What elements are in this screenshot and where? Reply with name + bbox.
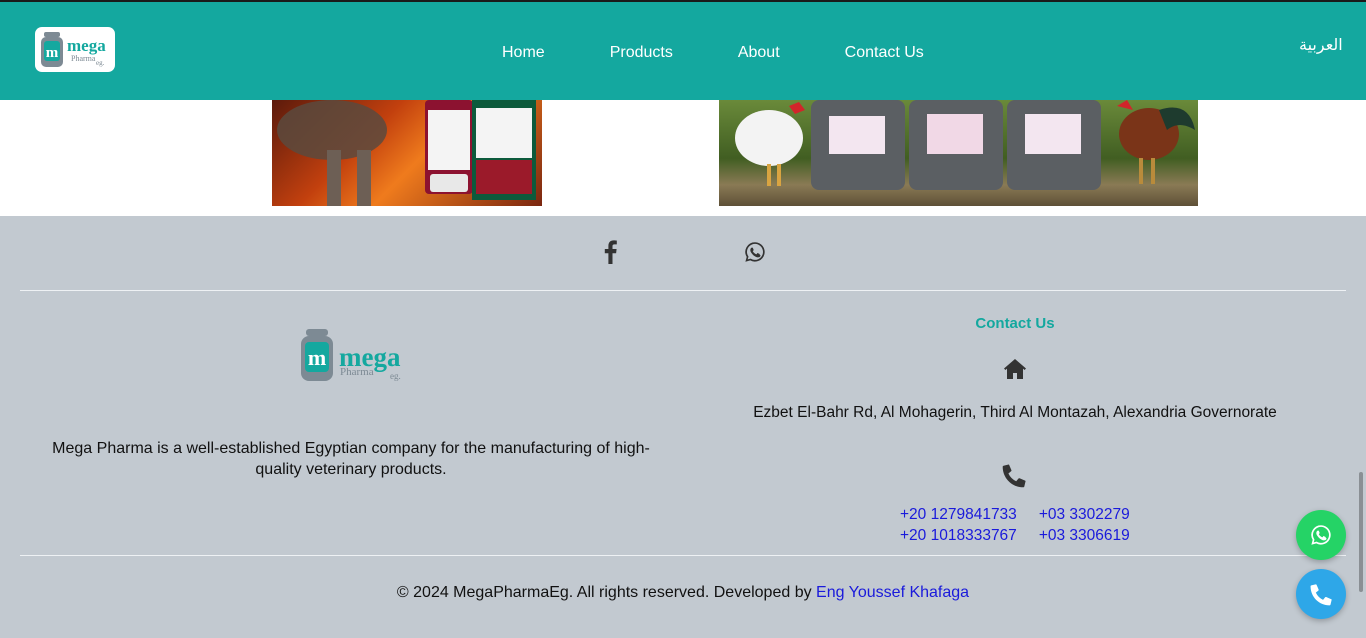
header-logo-eg: eg. [96,59,105,67]
facebook-glyph-icon [604,240,617,264]
whatsapp-glyph-icon [745,242,765,262]
nav-about-link[interactable]: About [738,44,780,62]
page: m mega Pharma eg. Home Products About Co… [0,0,1366,638]
phone-link-2[interactable]: +03 3302279 [1039,505,1130,525]
phone-glyph-icon [1002,464,1026,488]
footer-logo-eg: eg. [390,371,401,381]
nav-home-link[interactable]: Home [502,44,545,62]
whatsapp-float-button[interactable] [1296,510,1346,560]
phone-link-1[interactable]: +20 1279841733 [900,505,1017,525]
navbar: m mega Pharma eg. Home Products About Co… [0,2,1366,100]
home-glyph-icon [1004,359,1026,379]
call-float-button[interactable] [1296,569,1346,619]
whatsapp-icon[interactable] [743,240,767,264]
products-banner [0,100,1366,216]
footer-divider-top [20,290,1346,291]
svg-text:m: m [308,345,326,370]
header-logo-sub: Pharma [71,54,96,63]
footer-logo-sub: Pharma [340,366,374,378]
nav-products-link[interactable]: Products [610,44,673,62]
language-switch-link[interactable]: العربية [1299,35,1343,54]
jar-logo-icon: m mega Pharma eg. [41,31,106,67]
call-float-icon [1310,584,1332,606]
footer-jar-logo-icon: m mega Pharma eg. [301,329,401,381]
copyright-text: © 2024 MegaPharmaEg. All rights reserved… [396,584,812,601]
main-nav: Home Products About Contact Us [502,44,989,62]
address-text: Ezbet El-Bahr Rd, Al Mohagerin, Third Al… [753,404,1277,421]
footer-divider-bottom [20,555,1346,556]
header-logo-text: mega [67,36,106,55]
developer-link[interactable]: Eng Youssef Khafaga [816,584,969,601]
page-scrollbar[interactable] [1359,472,1363,592]
header-logo[interactable]: m mega Pharma eg. [35,27,115,72]
company-description: Mega Pharma is a well-established Egypti… [52,440,650,478]
whatsapp-float-icon [1311,525,1331,545]
copyright: © 2024 MegaPharmaEg. All rights reserved… [0,584,1366,602]
home-icon [1003,358,1027,380]
product-poultry-image[interactable] [272,100,542,206]
product-poultry-illustration [277,100,536,206]
phone-icon [1002,462,1026,488]
product-jerrycans-illustration [735,100,1195,190]
nav-contact-link[interactable]: Contact Us [845,44,924,62]
contact-title: Contact Us [975,315,1055,332]
social-links [0,240,1366,268]
footer-logo[interactable]: m mega Pharma eg. [298,328,408,384]
phone-link-4[interactable]: +03 3306619 [1039,526,1130,546]
svg-text:m: m [46,45,59,61]
phone-numbers: +20 1279841733 +03 3302279 +20 101833376… [900,505,1130,546]
phone-link-3[interactable]: +20 1018333767 [900,526,1017,546]
product-jerrycans-poultry-image[interactable] [719,100,1198,206]
facebook-icon[interactable] [599,240,623,264]
